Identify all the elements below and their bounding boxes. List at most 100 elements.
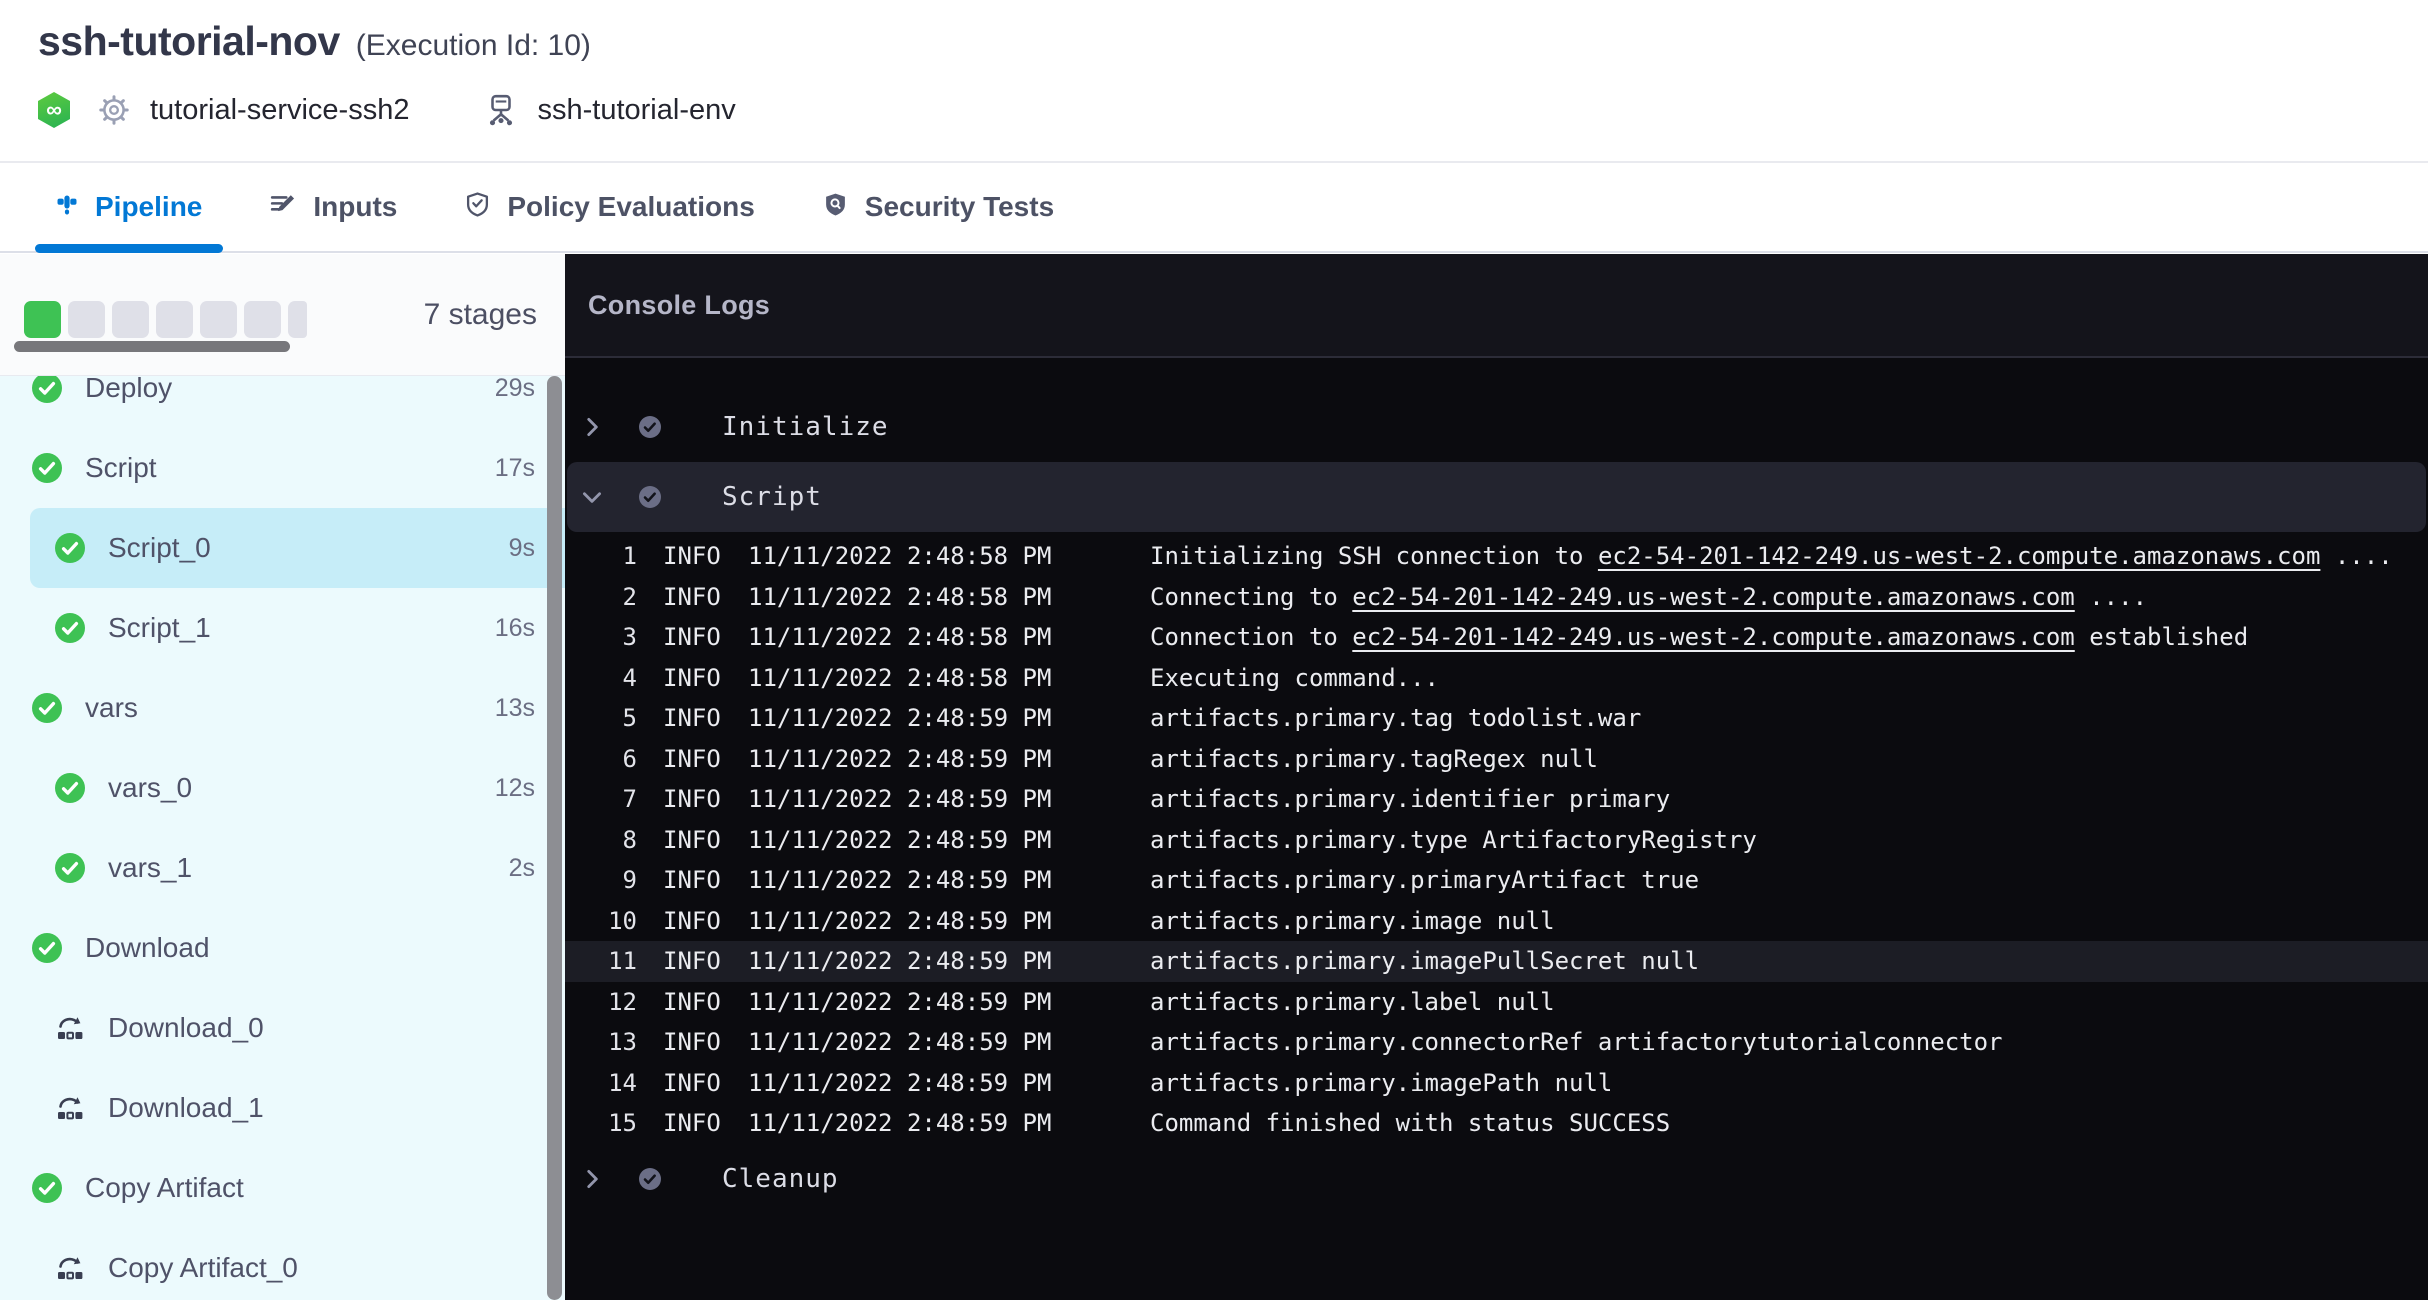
stage-label: Copy Artifact_0: [108, 1252, 298, 1284]
execution-id: (Execution Id: 10): [356, 29, 591, 63]
success-check-icon: [55, 773, 85, 803]
log-line[interactable]: 7 INFO 11/11/2022 2:48:59 PM artifacts.p…: [565, 779, 2428, 820]
step-group-arc-icon: [55, 1013, 85, 1043]
log-message: Connecting to ec2-54-201-142-249.us-west…: [1150, 583, 2147, 611]
section-label: Initialize: [722, 412, 889, 442]
log-message: artifacts.primary.imagePath null: [1150, 1069, 1612, 1097]
log-timestamp: 11/11/2022 2:48:59 PM: [748, 907, 1055, 935]
success-check-icon: [32, 933, 62, 963]
environment-icon: [485, 93, 517, 127]
tab-policy-evaluations[interactable]: Policy Evaluations: [444, 163, 775, 251]
stage-row-download_0[interactable]: Download_0: [0, 988, 565, 1068]
service-env-row: ∞ tutorial-ser: [38, 90, 736, 130]
section-success-icon: [638, 415, 662, 439]
log-level: INFO: [663, 1028, 723, 1056]
log-line[interactable]: 6 INFO 11/11/2022 2:48:59 PM artifacts.p…: [565, 739, 2428, 780]
progress-segment-pending: [244, 301, 281, 338]
chevron-right-icon: [579, 414, 605, 440]
success-check-icon: [55, 853, 85, 883]
stage-row-vars[interactable]: vars 13s: [0, 668, 565, 748]
stage-row-vars_1[interactable]: vars_1 2s: [0, 828, 565, 908]
sidebar-vertical-scrollbar[interactable]: [547, 376, 562, 1300]
stage-label: Deploy: [85, 372, 172, 404]
success-check-icon: [32, 453, 62, 483]
stage-duration: 13s: [495, 694, 535, 723]
chevron-right-icon: [579, 1166, 605, 1192]
stage-row-script[interactable]: Script 17s: [0, 428, 565, 508]
tab-label: Pipeline: [95, 191, 202, 223]
stage-row-copy-artifact_0[interactable]: Copy Artifact_0: [0, 1228, 565, 1300]
log-timestamp: 11/11/2022 2:48:59 PM: [748, 1028, 1055, 1056]
log-line[interactable]: 11 INFO 11/11/2022 2:48:59 PM artifacts.…: [565, 941, 2428, 982]
horizontal-scrollbar[interactable]: [14, 341, 290, 352]
log-line[interactable]: 13 INFO 11/11/2022 2:48:59 PM artifacts.…: [565, 1022, 2428, 1063]
log-message: Initializing SSH connection to ec2-54-20…: [1150, 542, 2393, 570]
stage-label: Copy Artifact: [85, 1172, 244, 1204]
log-section-cleanup[interactable]: Cleanup: [565, 1144, 2428, 1214]
log-line[interactable]: 14 INFO 11/11/2022 2:48:59 PM artifacts.…: [565, 1063, 2428, 1104]
log-timestamp: 11/11/2022 2:48:59 PM: [748, 988, 1055, 1016]
host-link[interactable]: ec2-54-201-142-249.us-west-2.compute.ama…: [1598, 542, 2320, 570]
progress-segment-pending: [288, 301, 307, 338]
stage-row-download[interactable]: Download: [0, 908, 565, 988]
log-level: INFO: [663, 1069, 723, 1097]
log-level: INFO: [663, 907, 723, 935]
pipeline-icon: [56, 194, 78, 221]
stage-duration: 2s: [509, 854, 535, 883]
section-label: Cleanup: [722, 1164, 839, 1194]
stage-count-label: 7 stages: [424, 254, 537, 376]
log-message: artifacts.primary.primaryArtifact true: [1150, 866, 1699, 894]
log-section-script[interactable]: Script: [567, 462, 2426, 532]
host-link[interactable]: ec2-54-201-142-249.us-west-2.compute.ama…: [1352, 623, 2074, 651]
log-line[interactable]: 8 INFO 11/11/2022 2:48:59 PM artifacts.p…: [565, 820, 2428, 861]
log-message: artifacts.primary.identifier primary: [1150, 785, 1670, 813]
log-line-number: 9: [565, 866, 637, 894]
log-level: INFO: [663, 704, 723, 732]
log-line[interactable]: 10 INFO 11/11/2022 2:48:59 PM artifacts.…: [565, 901, 2428, 942]
log-line-number: 8: [565, 826, 637, 854]
log-timestamp: 11/11/2022 2:48:59 PM: [748, 745, 1055, 773]
tab-security-tests[interactable]: Security Tests: [802, 163, 1075, 251]
log-message: artifacts.primary.tagRegex null: [1150, 745, 1598, 773]
service-name[interactable]: tutorial-service-ssh2: [150, 94, 409, 127]
log-line[interactable]: 12 INFO 11/11/2022 2:48:59 PM artifacts.…: [565, 982, 2428, 1023]
cd-hexagon-badge: ∞: [38, 92, 70, 128]
log-line[interactable]: 9 INFO 11/11/2022 2:48:59 PM artifacts.p…: [565, 860, 2428, 901]
console-panel: Console Logs Initialize Script 1 INFO 11…: [565, 254, 2428, 1300]
stage-list: Deploy 29s Script 17s Script_0 9s Script…: [0, 348, 565, 1300]
log-line[interactable]: 1 INFO 11/11/2022 2:48:58 PM Initializin…: [565, 536, 2428, 577]
page-header: ssh-tutorial-nov (Execution Id: 10) ∞: [0, 0, 2428, 163]
tab-inputs[interactable]: Inputs: [249, 163, 418, 251]
stage-row-script_1[interactable]: Script_1 16s: [0, 588, 565, 668]
log-line[interactable]: 5 INFO 11/11/2022 2:48:59 PM artifacts.p…: [565, 698, 2428, 739]
stage-duration: 12s: [495, 774, 535, 803]
security-shield-scan-icon: [823, 192, 848, 222]
log-line[interactable]: 4 INFO 11/11/2022 2:48:58 PM Executing c…: [565, 658, 2428, 699]
console-logs-title: Console Logs: [588, 290, 770, 321]
log-line-number: 11: [565, 947, 637, 975]
stage-row-copy-artifact[interactable]: Copy Artifact: [0, 1148, 565, 1228]
host-link[interactable]: ec2-54-201-142-249.us-west-2.compute.ama…: [1352, 583, 2074, 611]
log-line[interactable]: 2 INFO 11/11/2022 2:48:58 PM Connecting …: [565, 577, 2428, 618]
stage-row-download_1[interactable]: Download_1: [0, 1068, 565, 1148]
log-line-number: 5: [565, 704, 637, 732]
tab-pipeline[interactable]: Pipeline: [35, 163, 223, 251]
section-success-icon: [638, 485, 662, 509]
tab-label: Policy Evaluations: [507, 191, 754, 223]
log-line[interactable]: 15 INFO 11/11/2022 2:48:59 PM Command fi…: [565, 1103, 2428, 1144]
log-section-initialize[interactable]: Initialize: [565, 392, 2428, 462]
stage-row-script_0[interactable]: Script_0 9s: [0, 508, 565, 588]
stage-label: Download_1: [108, 1092, 264, 1124]
progress-segment-pending: [156, 301, 193, 338]
log-message: artifacts.primary.tag todolist.war: [1150, 704, 1641, 732]
log-line-number: 10: [565, 907, 637, 935]
tab-bar: Pipeline Inputs Policy Evaluations Secur…: [0, 163, 2428, 253]
execution-page: ssh-tutorial-nov (Execution Id: 10) ∞: [0, 0, 2428, 1300]
stage-row-vars_0[interactable]: vars_0 12s: [0, 748, 565, 828]
stage-duration: 16s: [495, 614, 535, 643]
stage-label: Script: [85, 452, 157, 484]
stages-sidebar: Deploy 29s Script 17s Script_0 9s Script…: [0, 254, 565, 1300]
log-line[interactable]: 3 INFO 11/11/2022 2:48:58 PM Connection …: [565, 617, 2428, 658]
environment-name[interactable]: ssh-tutorial-env: [537, 94, 735, 127]
log-level: INFO: [663, 866, 723, 894]
